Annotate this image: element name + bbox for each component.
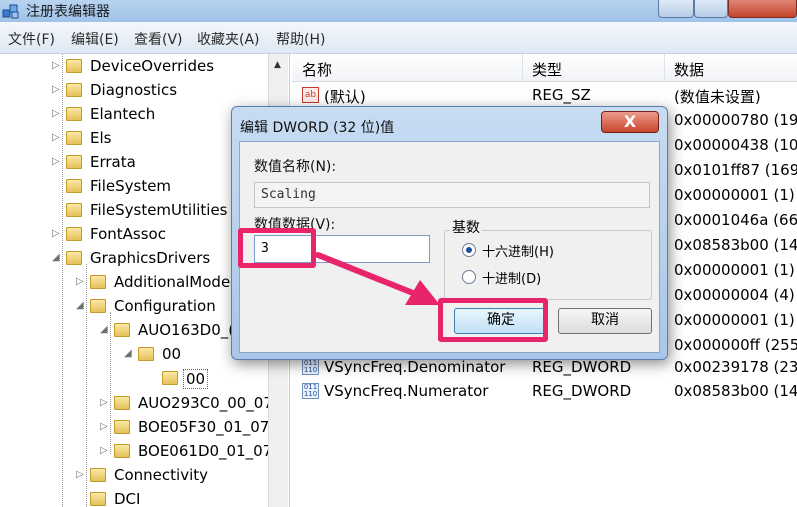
annotation-arrow-icon [315,252,440,305]
